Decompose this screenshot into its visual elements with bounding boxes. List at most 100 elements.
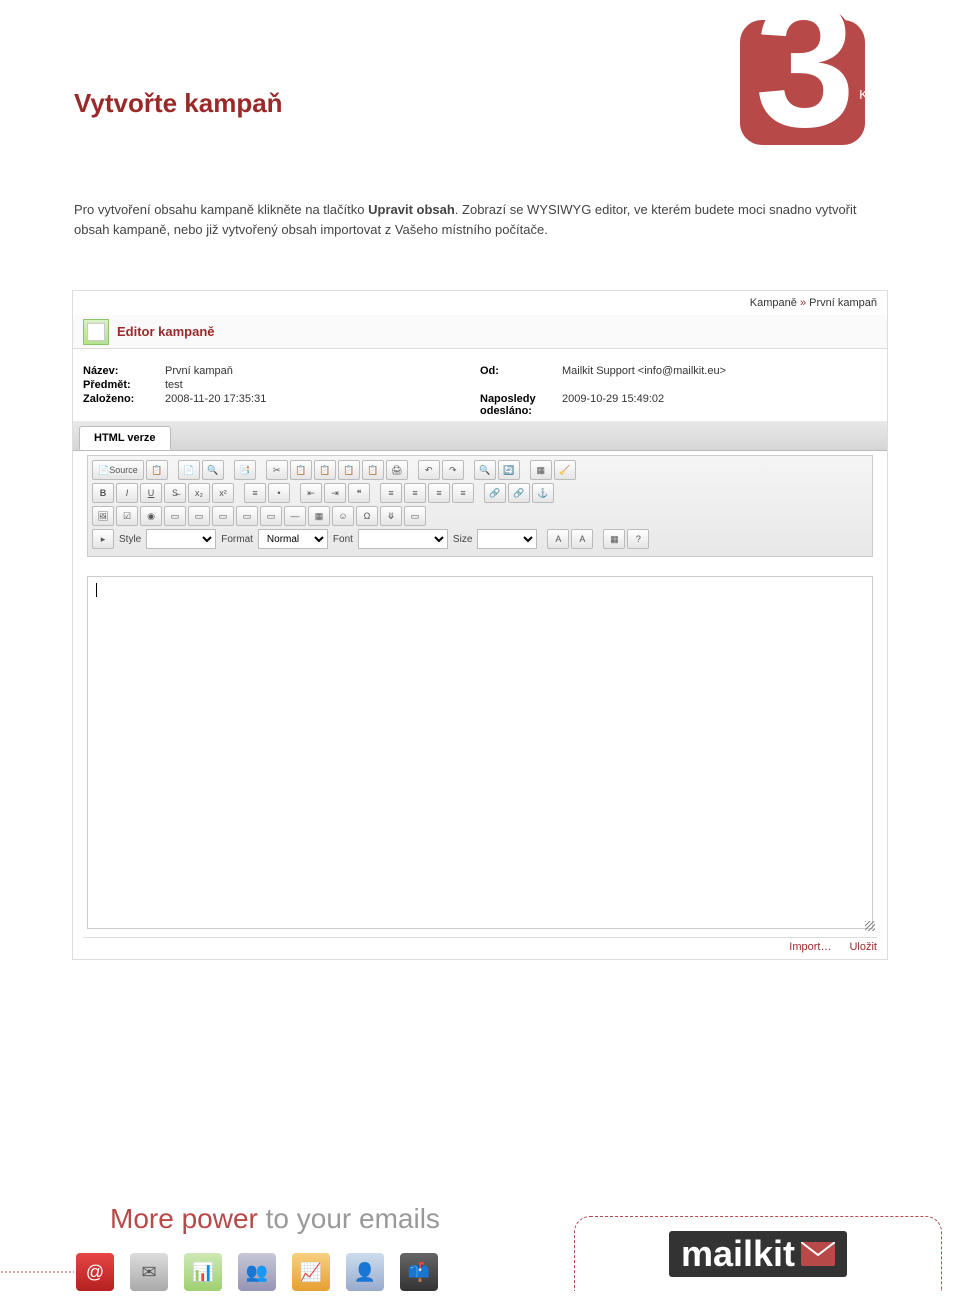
source-button[interactable]: 📄 Source (92, 460, 144, 480)
font-label: Font (333, 534, 353, 545)
editor-icon (83, 319, 109, 345)
label-zalozeno: Založeno: (83, 393, 165, 417)
sheet-icon: 📊 (184, 1253, 222, 1291)
blockquote-icon[interactable]: ❝ (348, 483, 370, 503)
style-select[interactable] (146, 529, 216, 549)
bold-icon[interactable]: B (92, 483, 114, 503)
editor-header: Editor kampaně (73, 315, 887, 349)
editor-title: Editor kampaně (117, 324, 215, 339)
value-zalozeno: 2008-11-20 17:35:31 (165, 393, 266, 417)
value-predmet: test (165, 379, 183, 391)
value-nazev: První kampaň (165, 365, 233, 377)
undo-icon[interactable]: ↶ (418, 460, 440, 480)
breadcrumb-level2[interactable]: První kampaň (809, 297, 877, 309)
step-label: KROK (859, 87, 900, 102)
hr-icon[interactable]: — (284, 506, 306, 526)
special-icon[interactable]: Ω (356, 506, 378, 526)
about-icon[interactable]: ? (627, 529, 649, 549)
size-label: Size (453, 534, 472, 545)
size-select[interactable] (477, 529, 537, 549)
ol-icon[interactable]: ≡ (244, 483, 266, 503)
smiley-icon[interactable]: ☺ (332, 506, 354, 526)
doc-icon[interactable]: 📑 (234, 460, 256, 480)
save-link[interactable]: Uložit (849, 941, 877, 953)
image-icon[interactable]: 🖼 (92, 506, 114, 526)
copy-icon[interactable]: 📋 (290, 460, 312, 480)
label-naposledy: Naposledy odesláno: (480, 393, 562, 417)
chart-icon: 📈 (292, 1253, 330, 1291)
people-icon: 👥 (238, 1253, 276, 1291)
editor-footer: Import… Uložit (83, 937, 877, 953)
editor-screenshot: Kampaně » První kampaň Editor kampaně Ná… (72, 290, 888, 960)
link-icon[interactable]: 🔗 (484, 483, 506, 503)
bgcolor-icon[interactable]: A (571, 529, 593, 549)
tab-html-verze[interactable]: HTML verze (79, 426, 171, 450)
checkbox-icon[interactable]: ☑ (116, 506, 138, 526)
radio-icon[interactable]: ◉ (140, 506, 162, 526)
indent-icon[interactable]: ⇥ (324, 483, 346, 503)
underline-icon[interactable]: U (140, 483, 162, 503)
template-icon[interactable]: 📋 (146, 460, 168, 480)
hidden-icon[interactable]: ▭ (212, 506, 234, 526)
redo-icon[interactable]: ↷ (442, 460, 464, 480)
breadcrumb-separator: » (797, 297, 809, 309)
subscript-icon[interactable]: x₂ (188, 483, 210, 503)
collapse-icon[interactable]: ▸ (92, 529, 114, 549)
paste-icon[interactable]: 📋 (314, 460, 336, 480)
button-icon[interactable]: ▭ (236, 506, 258, 526)
anchor-icon[interactable]: ⚓ (532, 483, 554, 503)
envelopes-icon: ✉ (130, 1253, 168, 1291)
paste-text-icon[interactable]: 📋 (338, 460, 360, 480)
wysiwyg-toolbar: 📄 Source 📋 📄 🔍 📑 ✂ 📋 📋 📋 📋 🖨 ↶ ↷ 🔍 🔄 ▦ 🧹 (87, 455, 873, 557)
mailkit-logo: mailkit (669, 1231, 847, 1277)
paste-word-icon[interactable]: 📋 (362, 460, 384, 480)
textcolor-icon[interactable]: A (547, 529, 569, 549)
intro-part1: Pro vytvoření obsahu kampaně klikněte na… (74, 202, 368, 217)
replace-icon[interactable]: 🔄 (498, 460, 520, 480)
table-icon[interactable]: ▦ (308, 506, 330, 526)
step-badge: 3 3 KROK (740, 0, 910, 145)
find-icon[interactable]: 🔍 (474, 460, 496, 480)
format-select[interactable]: Normal (258, 529, 328, 549)
breadcrumb: Kampaně » První kampaň (750, 297, 877, 309)
ul-icon[interactable]: • (268, 483, 290, 503)
align-justify-icon[interactable]: ≡ (452, 483, 474, 503)
import-link[interactable]: Import… (789, 941, 831, 953)
breadcrumb-level1[interactable]: Kampaně (750, 297, 797, 309)
resize-handle[interactable] (865, 921, 875, 931)
campaign-info: Název: První kampaň Od: Mailkit Support … (73, 357, 887, 428)
dotted-line (0, 1271, 74, 1273)
cut-icon[interactable]: ✂ (266, 460, 288, 480)
editor-canvas[interactable] (87, 576, 873, 929)
select-icon[interactable]: ▭ (260, 506, 282, 526)
logo-container: mailkit (574, 1216, 942, 1291)
value-naposledy: 2009-10-29 15:49:02 (562, 393, 664, 417)
textarea-icon[interactable]: ▭ (188, 506, 210, 526)
selectall-icon[interactable]: ▦ (530, 460, 552, 480)
tagline-accent: More power (110, 1203, 266, 1234)
italic-icon[interactable]: I (116, 483, 138, 503)
unlink-icon[interactable]: 🔗 (508, 483, 530, 503)
iframe-icon[interactable]: ▭ (404, 506, 426, 526)
newpage-icon[interactable]: 📄 (178, 460, 200, 480)
font-select[interactable] (358, 529, 448, 549)
preview-icon[interactable]: 🔍 (202, 460, 224, 480)
print-icon[interactable]: 🖨 (386, 460, 408, 480)
showblocks-icon[interactable]: ▦ (603, 529, 625, 549)
superscript-icon[interactable]: x² (212, 483, 234, 503)
mailbox-icon: 📫 (400, 1253, 438, 1291)
tagline-rest: to your emails (266, 1203, 440, 1234)
align-right-icon[interactable]: ≡ (428, 483, 450, 503)
pagebreak-icon[interactable]: ⤋ (380, 506, 402, 526)
footer-icon-strip: @ ✉ 📊 👥 📈 👤 📫 (0, 1245, 500, 1291)
align-center-icon[interactable]: ≡ (404, 483, 426, 503)
removefmt-icon[interactable]: 🧹 (554, 460, 576, 480)
strike-icon[interactable]: S̶ (164, 483, 186, 503)
textfield-icon[interactable]: ▭ (164, 506, 186, 526)
label-predmet: Předmět: (83, 379, 165, 391)
tagline: More power to your emails (110, 1203, 440, 1235)
outdent-icon[interactable]: ⇤ (300, 483, 322, 503)
value-od: Mailkit Support <info@mailkit.eu> (562, 365, 726, 377)
align-left-icon[interactable]: ≡ (380, 483, 402, 503)
profile-icon: 👤 (346, 1253, 384, 1291)
